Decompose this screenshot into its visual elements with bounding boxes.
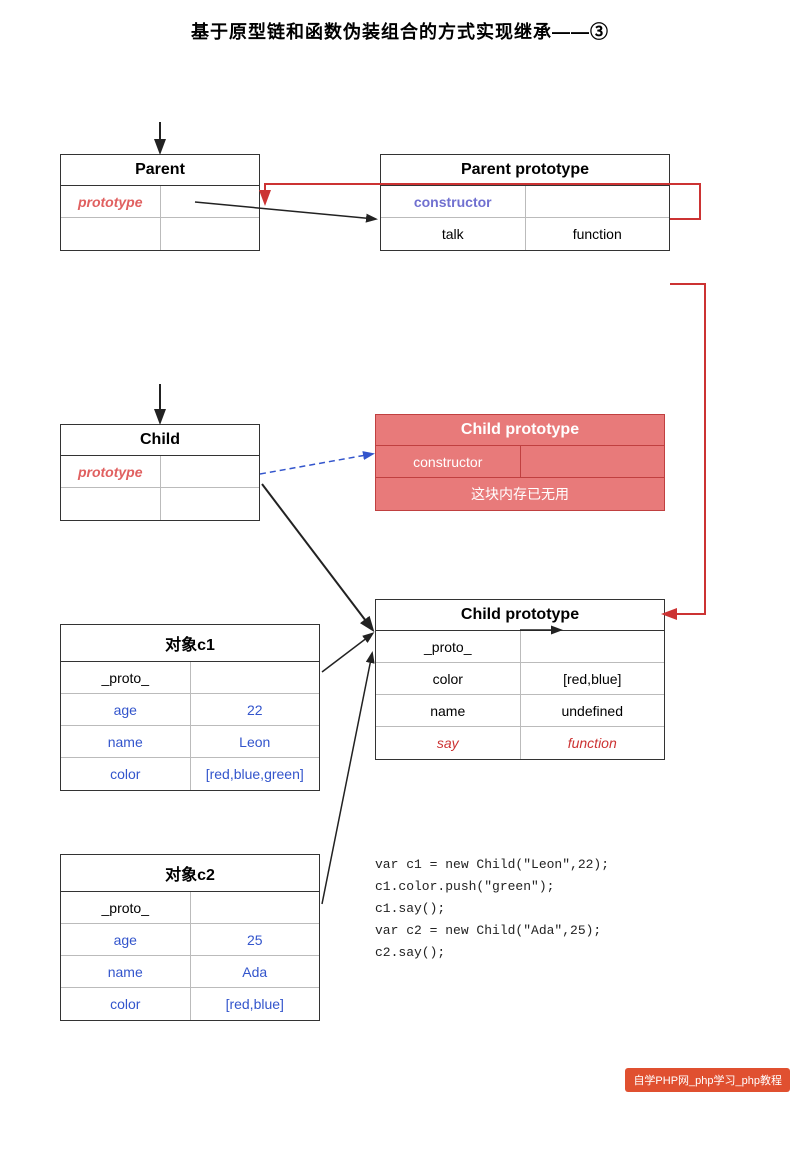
parent-cell-prototype: prototype	[61, 186, 161, 217]
code-line-4: var c2 = new Child("Ada",25);	[375, 920, 665, 942]
parent-proto-cell-talk: talk	[381, 218, 526, 250]
obj-c2-cell-color-label: color	[61, 988, 191, 1020]
obj-c1-cell-color-val: [red,blue,green]	[191, 758, 320, 790]
child-proto-new-cell-proto-label: _proto_	[376, 631, 521, 662]
footer-badge: 自学PHP网_php学习_php教程	[625, 1068, 790, 1092]
child-row-empty	[61, 488, 259, 520]
obj-c2-header: 对象c2	[61, 855, 319, 892]
parent-cell-empty2	[161, 218, 260, 250]
code-line-2: c1.color.push("green");	[375, 876, 665, 898]
parent-cell-empty1	[61, 218, 161, 250]
obj-c1-row-name: name Leon	[61, 726, 319, 758]
parent-proto-box: Parent prototype constructor talk functi…	[380, 154, 670, 251]
parent-box: Parent prototype	[60, 154, 260, 251]
child-proto-new-cell-color-label: color	[376, 663, 521, 694]
obj-c1-cell-proto-val	[191, 662, 320, 693]
parent-header: Parent	[61, 155, 259, 186]
page-title: 基于原型链和函数伪装组合的方式实现继承——③	[0, 0, 800, 54]
parent-proto-cell-constructor-val	[526, 186, 670, 217]
child-proto-old-row-constructor: constructor	[376, 446, 664, 478]
code-line-5: c2.say();	[375, 942, 665, 964]
child-proto-new-cell-name-val: undefined	[521, 695, 665, 726]
child-proto-new-cell-name-label: name	[376, 695, 521, 726]
obj-c1-row-proto: _proto_	[61, 662, 319, 694]
child-proto-new-cell-color-val: [red,blue]	[521, 663, 665, 694]
child-proto-old-cell-constructor-val	[521, 446, 665, 477]
child-proto-new-row-name: name undefined	[376, 695, 664, 727]
obj-c1-cell-color-label: color	[61, 758, 191, 790]
parent-proto-header: Parent prototype	[381, 155, 669, 186]
child-proto-old-cell-constructor: constructor	[376, 446, 521, 477]
parent-proto-cell-function: function	[526, 218, 670, 250]
child-proto-old-box: Child prototype constructor 这块内存已无用	[375, 414, 665, 511]
obj-c2-cell-color-val: [red,blue]	[191, 988, 320, 1020]
parent-row-prototype: prototype	[61, 186, 259, 218]
obj-c2-row-age: age 25	[61, 924, 319, 956]
child-proto-new-box: Child prototype _proto_ color [red,blue]…	[375, 599, 665, 760]
child-row-prototype: prototype	[61, 456, 259, 488]
obj-c1-header: 对象c1	[61, 625, 319, 662]
obj-c1-cell-age-val: 22	[191, 694, 320, 725]
obj-c2-cell-proto-val	[191, 892, 320, 923]
obj-c1-cell-name-val: Leon	[191, 726, 320, 757]
child-proto-new-cell-say-val: function	[521, 727, 665, 759]
child-box: Child prototype	[60, 424, 260, 521]
child-proto-new-header: Child prototype	[376, 600, 664, 631]
parent-row-empty	[61, 218, 259, 250]
child-header: Child	[61, 425, 259, 456]
obj-c2-cell-age-val: 25	[191, 924, 320, 955]
obj-c2-row-color: color [red,blue]	[61, 988, 319, 1020]
parent-cell-proto-val	[161, 186, 260, 217]
parent-proto-row-talk: talk function	[381, 218, 669, 250]
child-proto-new-row-color: color [red,blue]	[376, 663, 664, 695]
code-line-1: var c1 = new Child("Leon",22);	[375, 854, 665, 876]
obj-c1-cell-proto-label: _proto_	[61, 662, 191, 693]
child-cell-prototype: prototype	[61, 456, 161, 487]
code-line-3: c1.say();	[375, 898, 665, 920]
obj-c2-cell-name-val: Ada	[191, 956, 320, 987]
child-proto-new-cell-say-label: say	[376, 727, 521, 759]
obj-c1-cell-age-label: age	[61, 694, 191, 725]
obj-c2-row-name: name Ada	[61, 956, 319, 988]
child-proto-new-row-say: say function	[376, 727, 664, 759]
obj-c1-row-age: age 22	[61, 694, 319, 726]
code-block: var c1 = new Child("Leon",22); c1.color.…	[375, 854, 665, 964]
obj-c1-row-color: color [red,blue,green]	[61, 758, 319, 790]
parent-proto-cell-constructor: constructor	[381, 186, 526, 217]
obj-c2-cell-name-label: name	[61, 956, 191, 987]
parent-proto-row-constructor: constructor	[381, 186, 669, 218]
obj-c2-cell-age-label: age	[61, 924, 191, 955]
child-proto-new-cell-proto-val	[521, 631, 665, 662]
child-cell-empty1	[61, 488, 161, 520]
obj-c2-cell-proto-label: _proto_	[61, 892, 191, 923]
child-proto-new-row-proto: _proto_	[376, 631, 664, 663]
obj-c1-cell-name-label: name	[61, 726, 191, 757]
child-proto-old-header: Child prototype	[376, 415, 664, 446]
obj-c2-row-proto: _proto_	[61, 892, 319, 924]
child-cell-empty2	[161, 488, 260, 520]
obj-c1-box: 对象c1 _proto_ age 22 name Leon color [red…	[60, 624, 320, 791]
obj-c2-box: 对象c2 _proto_ age 25 name Ada color [red,…	[60, 854, 320, 1021]
child-cell-proto-val	[161, 456, 260, 487]
child-proto-old-row-useless: 这块内存已无用	[376, 478, 664, 510]
child-proto-old-cell-useless: 这块内存已无用	[376, 478, 664, 510]
